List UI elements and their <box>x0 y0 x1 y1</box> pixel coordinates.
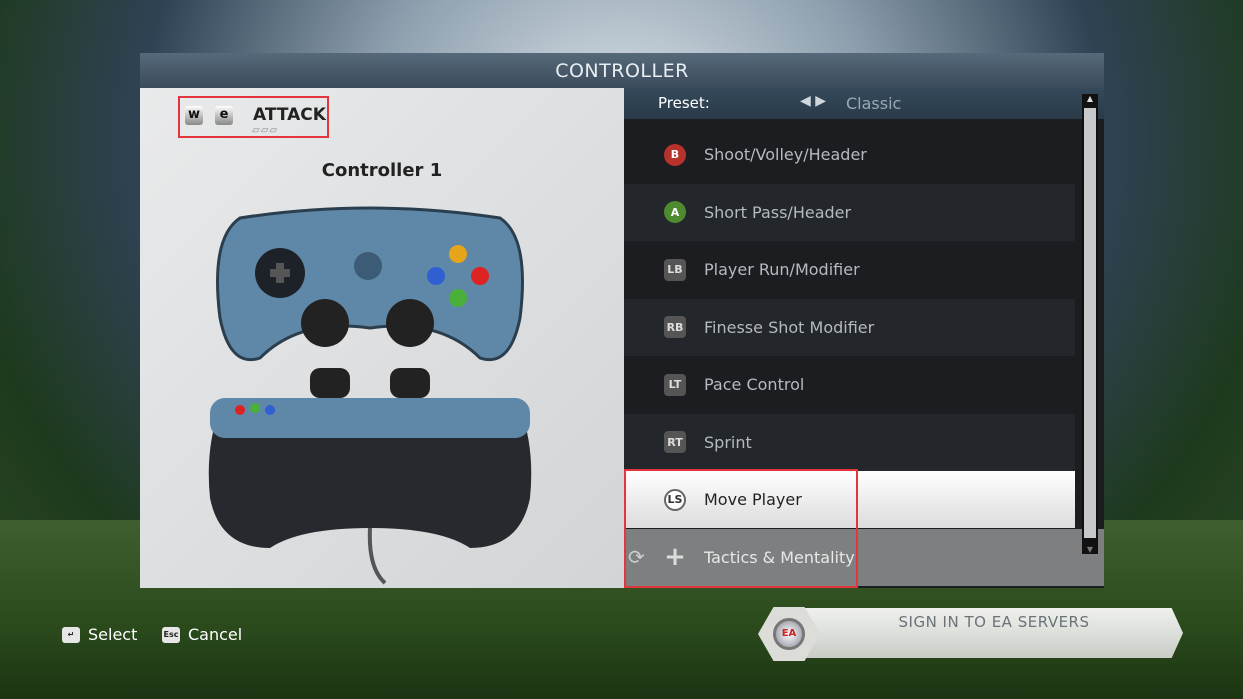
preset-selector[interactable]: Preset: ◀ ▶ Classic <box>624 88 1104 119</box>
gamepad-image <box>208 206 532 585</box>
select-hint[interactable]: ↵ Select <box>62 625 137 644</box>
controller-panel: w e ATTACK ▱▱▱ Controller 1 <box>140 88 624 588</box>
preset-arrows-icon[interactable]: ◀ ▶ <box>800 93 826 109</box>
enter-key-icon: ↵ <box>62 626 80 643</box>
dialog-title: CONTROLLER <box>140 53 1104 88</box>
action-row[interactable]: RT Sprint <box>624 413 1075 471</box>
action-row[interactable]: RB Finesse Shot Modifier <box>624 298 1075 356</box>
cancel-label: Cancel <box>188 625 243 644</box>
controller-dialog: CONTROLLER w e ATTACK ▱▱▱ Controller 1 P… <box>140 53 1104 588</box>
button-lb-icon: LB <box>664 258 686 281</box>
sign-in-button[interactable]: SIGN IN TO EA SERVERS <box>805 608 1183 658</box>
action-label: Pace Control <box>704 375 805 394</box>
button-rb-icon: RB <box>664 316 686 338</box>
action-label: Player Run/Modifier <box>704 260 860 279</box>
scrollbar-thumb[interactable] <box>1084 108 1096 538</box>
action-row[interactable]: B Shoot/Volley/Header <box>624 126 1075 183</box>
preset-value: Classic <box>846 94 902 113</box>
highlight-box <box>178 96 329 138</box>
action-row[interactable]: LT Pace Control <box>624 356 1075 413</box>
button-a-icon: A <box>664 201 686 223</box>
button-b-icon: B <box>664 143 686 166</box>
action-label: Finesse Shot Modifier <box>704 317 875 337</box>
scroll-down-icon[interactable]: ▼ <box>1082 545 1098 554</box>
select-label: Select <box>88 625 138 644</box>
button-lt-icon: LT <box>664 373 686 396</box>
action-row[interactable]: LB Player Run/Modifier <box>624 241 1075 298</box>
sign-in-label: SIGN IN TO EA SERVERS <box>898 613 1090 631</box>
scrollbar[interactable]: ▲ ▼ <box>1082 94 1098 554</box>
controller-name: Controller 1 <box>321 160 443 181</box>
esc-key-icon: Esc <box>162 626 180 643</box>
action-list-panel: Preset: ◀ ▶ Classic B Shoot/Volley/Header… <box>624 88 1104 588</box>
action-label: Short Pass/Header <box>704 202 852 222</box>
highlight-box <box>624 469 858 588</box>
action-label: Sprint <box>704 432 752 452</box>
button-rt-icon: RT <box>664 431 686 453</box>
action-row[interactable]: A Short Pass/Header <box>624 183 1075 241</box>
cancel-hint[interactable]: Esc Cancel <box>162 625 242 644</box>
preset-label: Preset: <box>658 94 710 112</box>
action-label: Shoot/Volley/Header <box>704 145 867 164</box>
scroll-up-icon[interactable]: ▲ <box>1082 94 1098 103</box>
